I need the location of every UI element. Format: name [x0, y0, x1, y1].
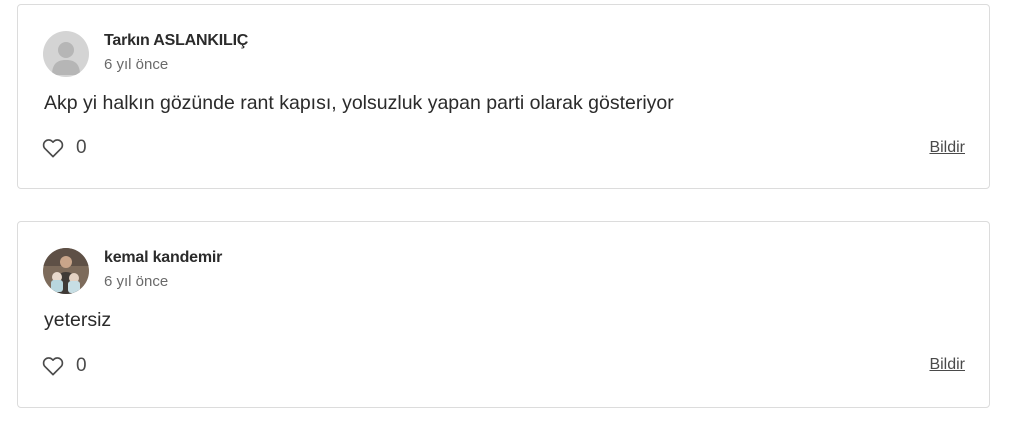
comment-text: yetersiz — [44, 309, 112, 331]
heart-icon[interactable] — [42, 356, 64, 376]
like-button[interactable]: 0 — [42, 355, 87, 377]
comment-card: Tarkın ASLANKILIÇ 6 yıl önce Akp yi halk… — [17, 4, 990, 189]
default-user-icon — [43, 31, 89, 77]
report-link[interactable]: Bildir — [929, 356, 965, 374]
avatar[interactable] — [43, 248, 89, 294]
comment-author[interactable]: kemal kandemir — [104, 249, 222, 267]
heart-icon[interactable] — [42, 138, 64, 158]
comment-card: kemal kandemir 6 yıl önce yetersiz 0 Bil… — [17, 221, 990, 408]
comment-time: 6 yıl önce — [104, 56, 169, 73]
user-photo-icon — [43, 248, 89, 294]
report-link[interactable]: Bildir — [929, 139, 965, 157]
avatar[interactable] — [43, 31, 89, 77]
like-count: 0 — [76, 137, 87, 158]
comment-text: Akp yi halkın gözünde rant kapısı, yolsu… — [44, 92, 674, 114]
like-button[interactable]: 0 — [42, 137, 87, 159]
like-count: 0 — [76, 355, 87, 376]
comment-time: 6 yıl önce — [104, 273, 169, 290]
comment-author[interactable]: Tarkın ASLANKILIÇ — [104, 32, 248, 50]
